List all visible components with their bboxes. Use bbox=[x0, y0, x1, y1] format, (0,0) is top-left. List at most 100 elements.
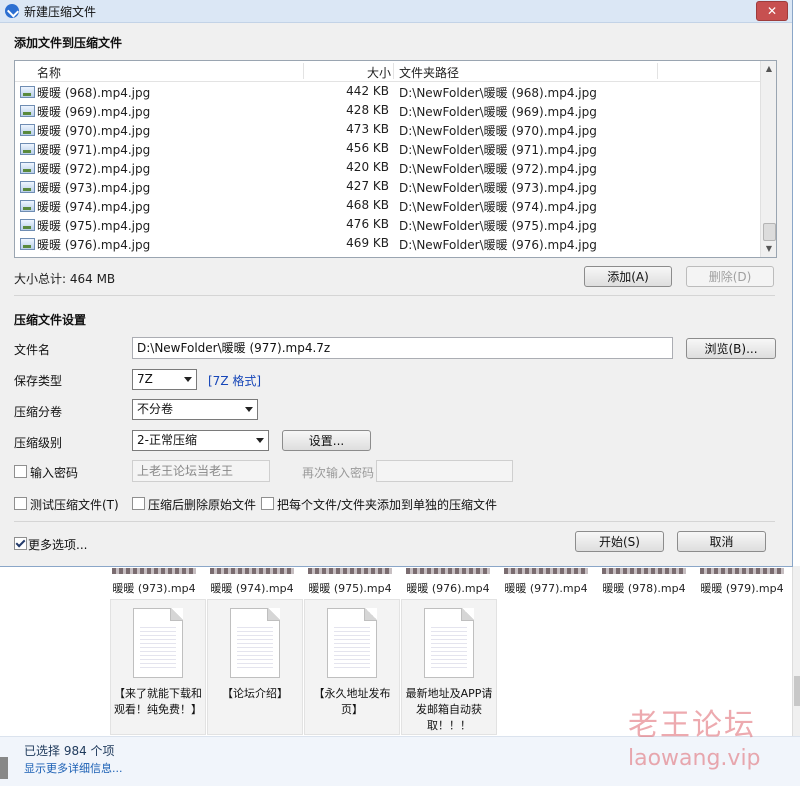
file-tile-label: 最新地址及APP请发邮箱自动获取！！！ bbox=[405, 687, 493, 732]
file-size-cell: 468 KB bbox=[346, 198, 389, 212]
file-size-cell: 427 KB bbox=[346, 179, 389, 193]
thumbnail-row: 暖暖 (973).mp4 暖暖 (974).mp4 暖暖 (975).mp4 暖… bbox=[108, 566, 800, 598]
password-checkbox[interactable] bbox=[14, 465, 27, 478]
thumbnail-item[interactable]: 暖暖 (973).mp4 bbox=[108, 566, 200, 598]
save-type-select[interactable]: 7Z bbox=[132, 369, 197, 390]
drive-icon bbox=[0, 757, 8, 779]
thumbnail-item[interactable]: 暖暖 (974).mp4 bbox=[206, 566, 298, 598]
new-archive-dialog: 新建压缩文件 ✕ 添加文件到压缩文件 名称 大小 文件夹路径 暖暖 (968).… bbox=[0, 0, 793, 567]
file-size-cell: 456 KB bbox=[346, 141, 389, 155]
selection-count: 已选择 984 个项 bbox=[24, 744, 115, 758]
list-scrollbar[interactable]: ▲ ▼ bbox=[760, 61, 776, 257]
thumbnail-label: 暖暖 (976).mp4 bbox=[406, 582, 490, 595]
video-thumbnail bbox=[112, 568, 196, 574]
settings-button[interactable]: 设置... bbox=[282, 430, 371, 451]
document-icon bbox=[230, 608, 280, 678]
thumbnail-label: 暖暖 (974).mp4 bbox=[210, 582, 294, 595]
cancel-button[interactable]: 取消 bbox=[677, 531, 766, 552]
level-select[interactable]: 2-正常压缩 bbox=[132, 430, 269, 451]
browse-button[interactable]: 浏览(B)... bbox=[686, 338, 776, 359]
watermark-url: laowang.vip bbox=[628, 746, 761, 771]
video-thumbnail bbox=[602, 568, 686, 574]
file-tile[interactable]: 【来了就能下载和观看！纯免费！】 bbox=[110, 599, 206, 735]
delete-button[interactable]: 删除(D) bbox=[686, 266, 774, 287]
add-button[interactable]: 添加(A) bbox=[584, 266, 672, 287]
table-row[interactable]: 暖暖 (971).mp4.jpg 456 KB D:\NewFolder\暖暖 (9… bbox=[15, 139, 760, 158]
image-file-icon bbox=[20, 219, 35, 231]
thumbnail-label: 暖暖 (975).mp4 bbox=[308, 582, 392, 595]
file-path-cell: D:\NewFolder\暖暖 (974).mp4.jpg bbox=[399, 200, 597, 214]
file-name-cell: 暖暖 (968).mp4.jpg bbox=[37, 86, 151, 100]
thumbnail-item[interactable]: 暖暖 (977).mp4 bbox=[500, 566, 592, 598]
scrollbar-thumb[interactable] bbox=[763, 223, 776, 241]
thumbnail-item[interactable]: 暖暖 (975).mp4 bbox=[304, 566, 396, 598]
file-tile-label: 【来了就能下载和观看！纯免费！】 bbox=[114, 687, 202, 716]
file-tile[interactable]: 【论坛介绍】 bbox=[207, 599, 303, 735]
test-archive-label: 测试压缩文件(T) bbox=[30, 498, 119, 512]
table-row[interactable]: 暖暖 (968).mp4.jpg 442 KB D:\NewFolder\暖暖 (9… bbox=[15, 82, 760, 101]
show-details-link[interactable]: 显示更多详细信息... bbox=[24, 760, 123, 776]
file-size-cell: 476 KB bbox=[346, 217, 389, 231]
image-file-icon bbox=[20, 181, 35, 193]
table-row[interactable]: 暖暖 (972).mp4.jpg 420 KB D:\NewFolder\暖暖 (9… bbox=[15, 158, 760, 177]
column-header-path[interactable]: 文件夹路径 bbox=[399, 64, 459, 81]
image-file-icon bbox=[20, 143, 35, 155]
each-separate-label: 把每个文件/文件夹添加到单独的压缩文件 bbox=[277, 498, 498, 512]
thumbnail-item[interactable]: 暖暖 (978).mp4 bbox=[598, 566, 690, 598]
image-file-icon bbox=[20, 162, 35, 174]
table-row[interactable]: 暖暖 (976).mp4.jpg 469 KB D:\NewFolder\暖暖 (9… bbox=[15, 234, 760, 253]
image-file-icon bbox=[20, 105, 35, 117]
table-row[interactable]: 暖暖 (975).mp4.jpg 476 KB D:\NewFolder\暖暖 (9… bbox=[15, 215, 760, 234]
image-file-icon bbox=[20, 238, 35, 250]
thumbnail-item[interactable]: 暖暖 (979).mp4 bbox=[696, 566, 788, 598]
column-header-name[interactable]: 名称 bbox=[37, 64, 61, 81]
file-path-cell: D:\NewFolder\暖暖 (968).mp4.jpg bbox=[399, 86, 597, 100]
scrollbar-thumb[interactable] bbox=[794, 676, 800, 706]
scroll-up-arrow-icon[interactable]: ▲ bbox=[761, 61, 776, 77]
file-size-cell: 428 KB bbox=[346, 103, 389, 117]
file-name-cell: 暖暖 (974).mp4.jpg bbox=[37, 200, 151, 214]
more-options-checkbox[interactable] bbox=[14, 537, 27, 550]
more-options-label: 更多选项... bbox=[28, 538, 88, 552]
title-bar[interactable]: 新建压缩文件 ✕ bbox=[0, 0, 792, 23]
file-tile[interactable]: 最新地址及APP请发邮箱自动获取！！！ bbox=[401, 599, 497, 735]
close-button[interactable]: ✕ bbox=[756, 1, 788, 21]
password-input[interactable]: 上老王论坛当老王 bbox=[132, 460, 270, 482]
delete-after-checkbox[interactable] bbox=[132, 497, 145, 510]
password-label: 输入密码 bbox=[30, 466, 79, 480]
split-label: 压缩分卷 bbox=[14, 405, 63, 419]
file-path-cell: D:\NewFolder\暖暖 (973).mp4.jpg bbox=[399, 181, 597, 195]
table-row[interactable]: 暖暖 (970).mp4.jpg 473 KB D:\NewFolder\暖暖 (9… bbox=[15, 120, 760, 139]
file-tile-label: 【论坛介绍】 bbox=[222, 687, 288, 700]
table-row[interactable]: 暖暖 (974).mp4.jpg 468 KB D:\NewFolder\暖暖 (9… bbox=[15, 196, 760, 215]
split-select[interactable]: 不分卷 bbox=[132, 399, 258, 420]
file-tile[interactable]: 【永久地址发布页】 bbox=[304, 599, 400, 735]
file-name-cell: 暖暖 (971).mp4.jpg bbox=[37, 143, 151, 157]
chevron-down-icon bbox=[245, 407, 253, 412]
file-path-cell: D:\NewFolder\暖暖 (971).mp4.jpg bbox=[399, 143, 597, 157]
start-button[interactable]: 开始(S) bbox=[575, 531, 664, 552]
format-link[interactable]: [7Z 格式] bbox=[208, 372, 261, 389]
level-value: 2-正常压缩 bbox=[137, 433, 197, 447]
filename-input[interactable]: D:\NewFolder\暖暖 (977).mp4.7z bbox=[132, 337, 673, 359]
table-row[interactable]: 暖暖 (973).mp4.jpg 427 KB D:\NewFolder\暖暖 (9… bbox=[15, 177, 760, 196]
thumbnail-item[interactable]: 暖暖 (976).mp4 bbox=[402, 566, 494, 598]
each-separate-checkbox[interactable] bbox=[261, 497, 274, 510]
scroll-down-arrow-icon[interactable]: ▼ bbox=[761, 241, 776, 257]
file-path-cell: D:\NewFolder\暖暖 (970).mp4.jpg bbox=[399, 124, 597, 138]
column-header-size[interactable]: 大小 bbox=[367, 64, 391, 81]
document-icon bbox=[133, 608, 183, 678]
test-archive-checkbox[interactable] bbox=[14, 497, 27, 510]
video-thumbnail bbox=[504, 568, 588, 574]
reenter-password-label: 再次输入密码 bbox=[302, 466, 375, 480]
watermark-text: 老王论坛 bbox=[628, 708, 756, 743]
document-icon bbox=[327, 608, 377, 678]
file-list[interactable]: 名称 大小 文件夹路径 暖暖 (968).mp4.jpg 442 KB D:\New… bbox=[14, 60, 777, 258]
table-row[interactable]: 暖暖 (969).mp4.jpg 428 KB D:\NewFolder\暖暖 (9… bbox=[15, 101, 760, 120]
file-path-cell: D:\NewFolder\暖暖 (975).mp4.jpg bbox=[399, 219, 597, 233]
reenter-password-input[interactable] bbox=[376, 460, 513, 482]
file-path-cell: D:\NewFolder\暖暖 (976).mp4.jpg bbox=[399, 238, 597, 252]
divider bbox=[14, 521, 775, 522]
image-file-icon bbox=[20, 86, 35, 98]
explorer-scrollbar[interactable] bbox=[792, 566, 800, 736]
